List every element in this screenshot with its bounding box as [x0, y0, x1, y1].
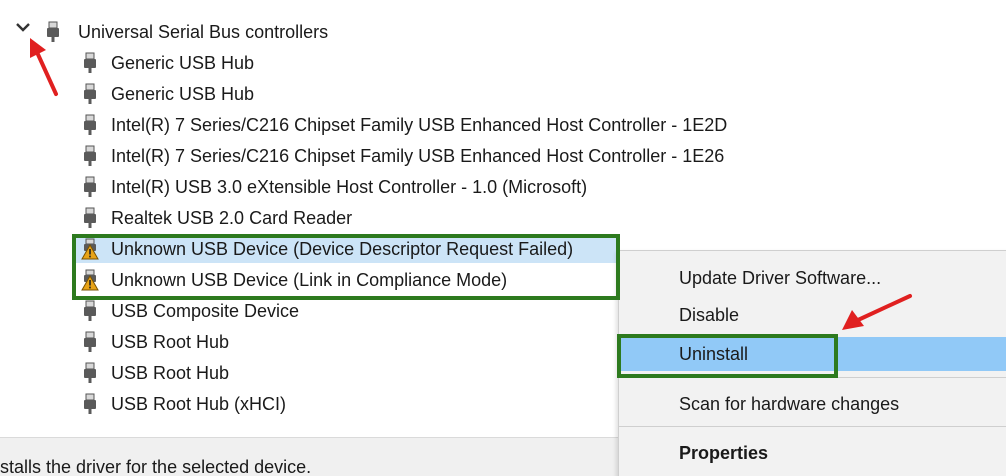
uninstall-highlight: [617, 334, 838, 378]
usb-plug-icon: [84, 52, 96, 73]
menu-item-label: Update Driver Software...: [679, 268, 882, 288]
tree-item-label: USB Composite Device: [111, 301, 300, 321]
menu-separator: [619, 426, 1006, 427]
usb-plug-icon: [84, 176, 96, 197]
tree-item-label: Generic USB Hub: [111, 53, 255, 73]
tree-item-label: USB Root Hub: [111, 332, 230, 352]
tree-item-label: Intel(R) 7 Series/C216 Chipset Family US…: [111, 146, 725, 166]
chevron-down-icon[interactable]: [14, 18, 32, 36]
menu-item-label: Properties: [679, 443, 769, 463]
usb-plug-icon: [84, 114, 96, 135]
device-manager-view: Universal Serial Bus controllers Generic…: [0, 0, 1006, 476]
usb-plug-icon: [84, 300, 96, 321]
usb-plug-icon: [84, 362, 96, 383]
usb-plug-icon: [84, 207, 96, 228]
menu-item-label: Disable: [679, 305, 740, 325]
menu-item-properties[interactable]: Properties: [619, 436, 1006, 470]
unknown-devices-highlight: [72, 234, 620, 300]
tree-item[interactable]: Generic USB Hub: [76, 80, 676, 108]
tree-item-label: Intel(R) USB 3.0 eXtensible Host Control…: [111, 177, 588, 197]
menu-item-label: Scan for hardware changes: [679, 394, 900, 414]
tree-item-label: Intel(R) 7 Series/C216 Chipset Family US…: [111, 115, 728, 135]
status-text: stalls the driver for the selected devic…: [0, 457, 312, 476]
tree-item-label: USB Root Hub: [111, 363, 230, 383]
tree-item[interactable]: Realtek USB 2.0 Card Reader: [76, 204, 676, 232]
tree-item[interactable]: USB Root Hub (xHCI): [76, 390, 676, 418]
usb-plug-icon: [84, 331, 96, 352]
tree-item[interactable]: Intel(R) USB 3.0 eXtensible Host Control…: [76, 173, 676, 201]
tree-item[interactable]: Intel(R) 7 Series/C216 Chipset Family US…: [76, 111, 727, 139]
tree-item[interactable]: Intel(R) 7 Series/C216 Chipset Family US…: [76, 142, 724, 170]
tree-item-label: USB Root Hub (xHCI): [111, 394, 287, 414]
usb-plug-icon: [84, 145, 96, 166]
tree-item[interactable]: USB Root Hub: [76, 359, 676, 387]
tree-item-label: Realtek USB 2.0 Card Reader: [111, 208, 353, 228]
usb-plug-icon: [47, 21, 59, 42]
tree-item[interactable]: Generic USB Hub: [76, 49, 676, 77]
tree-category-usb-controllers[interactable]: Universal Serial Bus controllers: [44, 18, 404, 46]
tree-item-label: Generic USB Hub: [111, 84, 255, 104]
tree-item[interactable]: USB Composite Device: [76, 297, 676, 325]
tree-item[interactable]: USB Root Hub: [76, 328, 676, 356]
menu-item-update-driver[interactable]: Update Driver Software...: [619, 261, 1006, 295]
menu-item-scan-hardware[interactable]: Scan for hardware changes: [619, 387, 1006, 421]
usb-plug-icon: [84, 393, 96, 414]
usb-plug-icon: [84, 83, 96, 104]
menu-item-disable[interactable]: Disable: [619, 298, 1006, 332]
tree-category-label: Universal Serial Bus controllers: [78, 22, 329, 42]
